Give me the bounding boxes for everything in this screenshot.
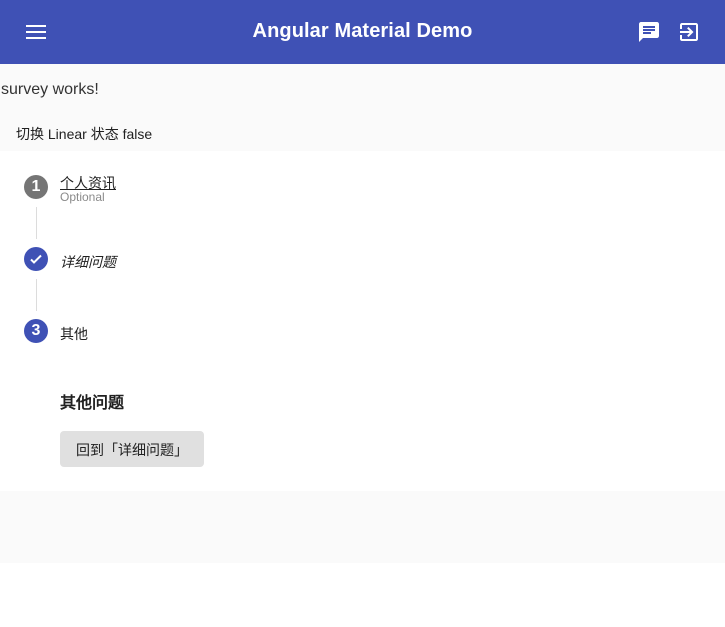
- back-button[interactable]: 回到「详细问题」: [60, 431, 204, 467]
- toggle-linear-button[interactable]: 切换 Linear 状态 false: [16, 124, 152, 144]
- step-label: 详细问题: [60, 254, 116, 270]
- top-toolbar: Angular Material Demo: [0, 0, 725, 64]
- chat-icon: [639, 22, 659, 42]
- step-optional-label: Optional: [60, 190, 105, 204]
- chat-button[interactable]: [637, 20, 661, 44]
- exit-button[interactable]: [677, 20, 701, 44]
- step-done-badge: [24, 247, 48, 271]
- main-content: survey works! 切换 Linear 状态 false 1 个人资讯 …: [0, 64, 725, 563]
- check-icon: [30, 254, 42, 264]
- step-content-title: 其他问题: [60, 395, 125, 412]
- step-label: 其他: [60, 326, 88, 342]
- step-number-badge: 1: [24, 175, 48, 199]
- exit-icon: [680, 23, 698, 41]
- works-text: survey works!: [1, 81, 99, 98]
- step-number-badge: 3: [24, 319, 48, 343]
- step-header-3[interactable]: [0, 295, 725, 355]
- app-title: Angular Material Demo: [252, 20, 473, 42]
- vertical-stepper: 1 个人资讯 Optional 详细问题 3 其他 其他问题 回到「详细问题」: [0, 151, 725, 491]
